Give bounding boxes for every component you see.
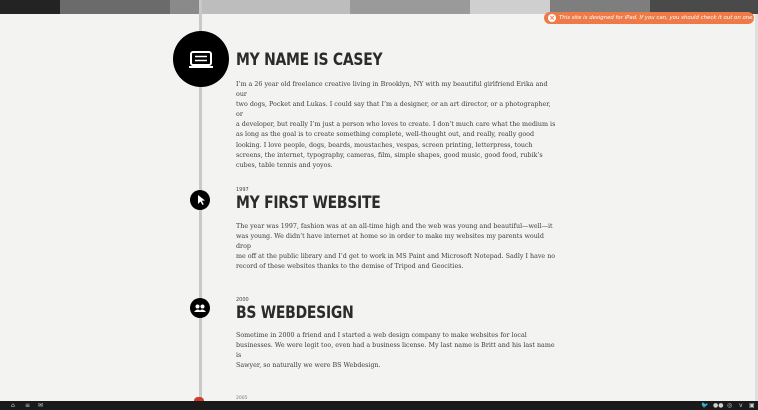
section-icon-circle: [190, 298, 210, 318]
bottom-nav-bar: ⌂ ≡ ✉ 🐦 ●● ◎ v ▣: [0, 401, 758, 410]
body-line: cubes, table tennis and yoyos.: [236, 161, 333, 169]
vimeo-icon[interactable]: v: [739, 402, 743, 409]
body-line: Sometime in 2000 a friend and I started …: [236, 332, 527, 339]
body-line: was young. We didn’t have internet at ho…: [236, 233, 544, 251]
body-line: two dogs, Pocket and Lukas. I could say …: [236, 101, 551, 119]
body-line: me off at the public library and I’d get…: [236, 253, 556, 261]
section-heading: MY FIRST WEBSITE: [236, 193, 381, 213]
mail-icon[interactable]: ✉: [38, 402, 43, 409]
cursor-icon: [198, 195, 205, 205]
section-heading: BS WEBDESIGN: [236, 303, 354, 323]
people-icon: [194, 304, 206, 312]
ipad-notice[interactable]: × This site is designed for iPad. If you…: [544, 12, 754, 24]
list-icon[interactable]: ≡: [25, 402, 30, 409]
section-body: Sometime in 2000 a friend and I started …: [236, 331, 558, 371]
section-icon-circle: [173, 31, 229, 87]
body-line: I’m a 26 year old freelance creative liv…: [236, 81, 548, 99]
body-line: businesses. We were legit too, even had …: [236, 342, 555, 360]
notice-text: This site is designed for iPad. If you c…: [559, 15, 754, 21]
body-line: The year was 1997, fashion was at an all…: [236, 223, 553, 230]
body-line: record of these websites thanks to the d…: [236, 263, 464, 271]
body-line: looking. I love people, dogs, beards, mo…: [236, 141, 533, 149]
body-line: Sawyer, so naturally we were BS Webdesig…: [236, 362, 381, 370]
home-icon[interactable]: ⌂: [11, 402, 15, 409]
flickr-icon[interactable]: ●●: [713, 402, 723, 409]
body-line: screens, the internet, typography, camer…: [236, 151, 543, 159]
laptop-icon: [189, 51, 213, 68]
body-line: as long as the goal is to create somethi…: [236, 131, 535, 139]
section-icon-circle: [190, 190, 210, 210]
twitter-icon[interactable]: 🐦: [701, 402, 708, 409]
dribbble-icon[interactable]: ◎: [727, 402, 732, 409]
linkedin-icon[interactable]: ▣: [749, 402, 755, 409]
close-icon[interactable]: ×: [548, 14, 556, 22]
section-heading: MY NAME IS CASEY: [236, 50, 383, 70]
section-body: I’m a 26 year old freelance creative liv…: [236, 80, 558, 171]
body-line: a developer, but really I’m just a perso…: [236, 121, 556, 129]
section-body: The year was 1997, fashion was at an all…: [236, 222, 558, 272]
